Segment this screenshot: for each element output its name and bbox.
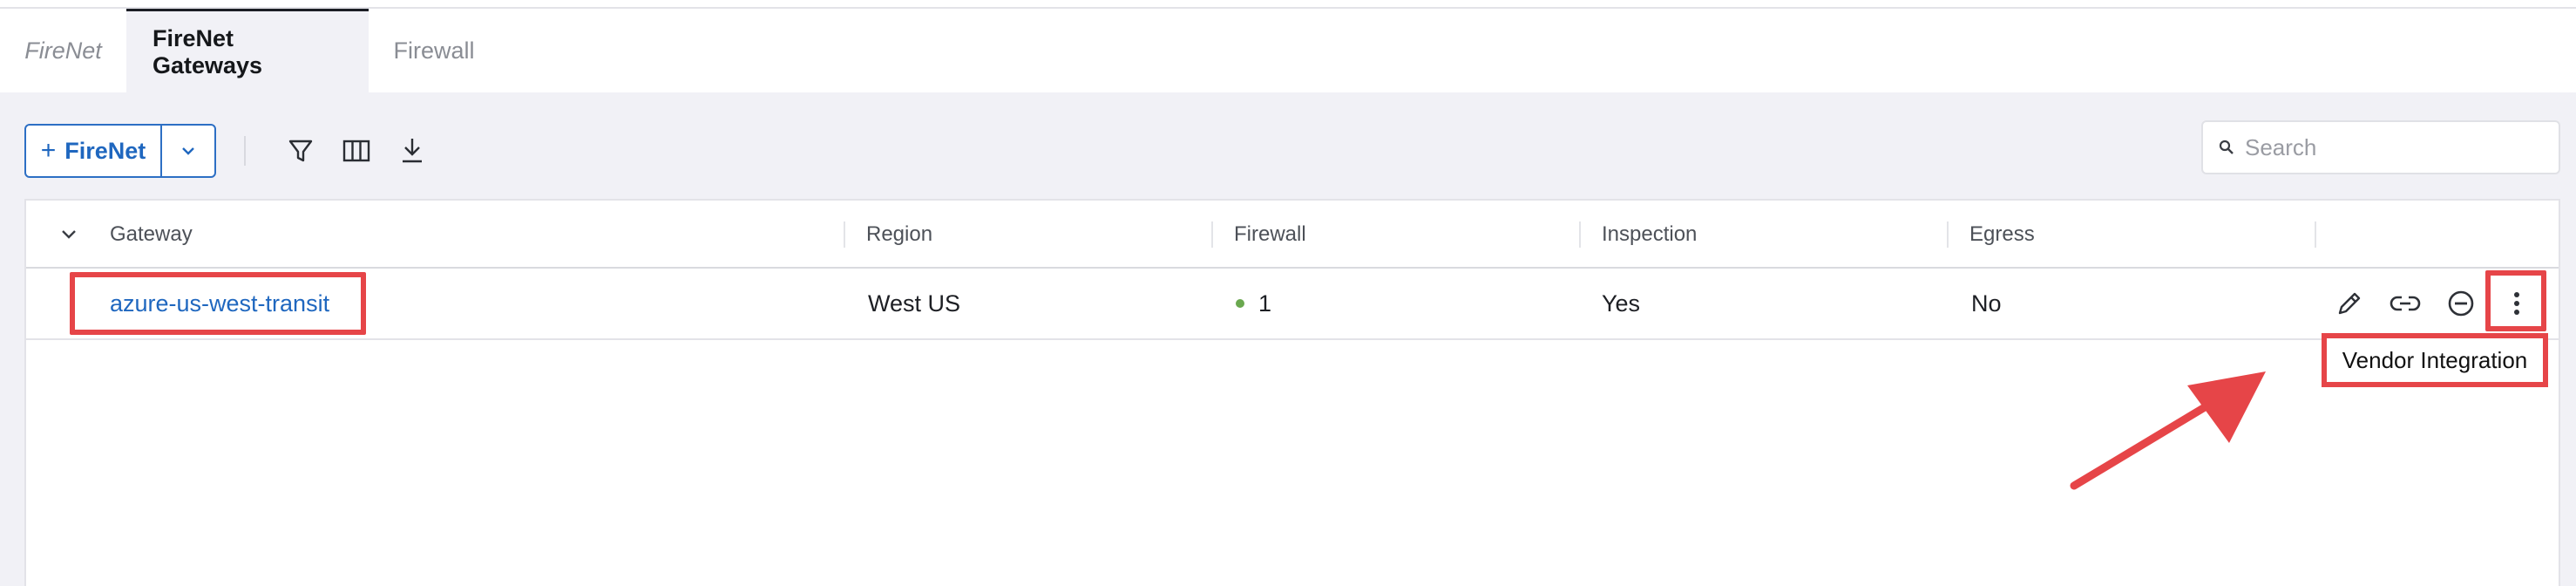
plus-icon: + xyxy=(40,136,57,165)
edit-button[interactable] xyxy=(2330,284,2369,323)
tab-bar: FireNet FireNet Gateways Firewall xyxy=(0,9,2576,92)
column-header-region[interactable]: Region xyxy=(866,201,932,269)
download-icon xyxy=(403,139,422,163)
columns-icon xyxy=(342,140,370,162)
search-input[interactable] xyxy=(2245,133,2541,161)
search-icon xyxy=(2219,140,2234,154)
column-header-gateway[interactable]: Gateway xyxy=(110,201,193,269)
column-header-firewall[interactable]: Firewall xyxy=(1234,201,1306,269)
columns-button[interactable] xyxy=(340,134,373,167)
edit-icon xyxy=(2338,292,2361,315)
table-header: Gateway Region Firewall Inspection Egres… xyxy=(26,201,2559,269)
tab-firenet[interactable]: FireNet xyxy=(0,9,126,92)
add-firenet-button[interactable]: + FireNet xyxy=(26,126,162,176)
column-divider xyxy=(1947,221,1949,248)
firewall-cell: 1 xyxy=(1236,269,1271,338)
gateway-link[interactable]: azure-us-west-transit xyxy=(110,290,329,317)
more-vertical-icon xyxy=(2514,292,2519,315)
table-row: azure-us-west-transit West US 1 Yes No xyxy=(26,269,2559,340)
column-header-egress[interactable]: Egress xyxy=(1969,201,2035,269)
tab-firenet-gateways[interactable]: FireNet Gateways xyxy=(126,9,369,92)
search-box xyxy=(2201,120,2560,174)
chevron-down-icon xyxy=(182,147,194,155)
column-divider xyxy=(1579,221,1581,248)
tab-firewall[interactable]: Firewall xyxy=(369,9,499,92)
annotation-arrow-icon xyxy=(2070,371,2266,490)
top-strip xyxy=(0,0,2576,9)
column-divider xyxy=(2315,221,2316,248)
column-divider xyxy=(1211,221,1213,248)
link-icon xyxy=(2390,296,2421,311)
vendor-integration-menu-item[interactable]: Vendor Integration xyxy=(2322,333,2548,387)
status-dot-icon xyxy=(1236,299,1244,308)
add-firenet-dropdown-button[interactable] xyxy=(162,126,214,176)
more-actions-button[interactable] xyxy=(2498,284,2536,323)
firewall-count: 1 xyxy=(1258,290,1272,317)
filter-icon xyxy=(288,140,313,162)
column-header-inspection[interactable]: Inspection xyxy=(1602,201,1697,269)
chevron-down-icon xyxy=(62,230,76,239)
region-cell: West US xyxy=(868,290,961,317)
add-firenet-label: FireNet xyxy=(64,137,146,164)
filter-button[interactable] xyxy=(284,134,317,167)
remove-icon xyxy=(2448,290,2474,317)
add-firenet-split-button: + FireNet xyxy=(24,124,216,178)
inspection-cell: Yes xyxy=(1602,290,1641,317)
download-button[interactable] xyxy=(396,134,429,167)
column-divider xyxy=(844,221,845,248)
remove-button[interactable] xyxy=(2442,284,2480,323)
vendor-integration-label: Vendor Integration xyxy=(2342,346,2528,373)
expand-all-toggle[interactable] xyxy=(61,201,77,269)
toolbar-divider xyxy=(244,136,246,166)
attach-link-button[interactable] xyxy=(2386,284,2424,323)
egress-cell: No xyxy=(1971,290,2002,317)
